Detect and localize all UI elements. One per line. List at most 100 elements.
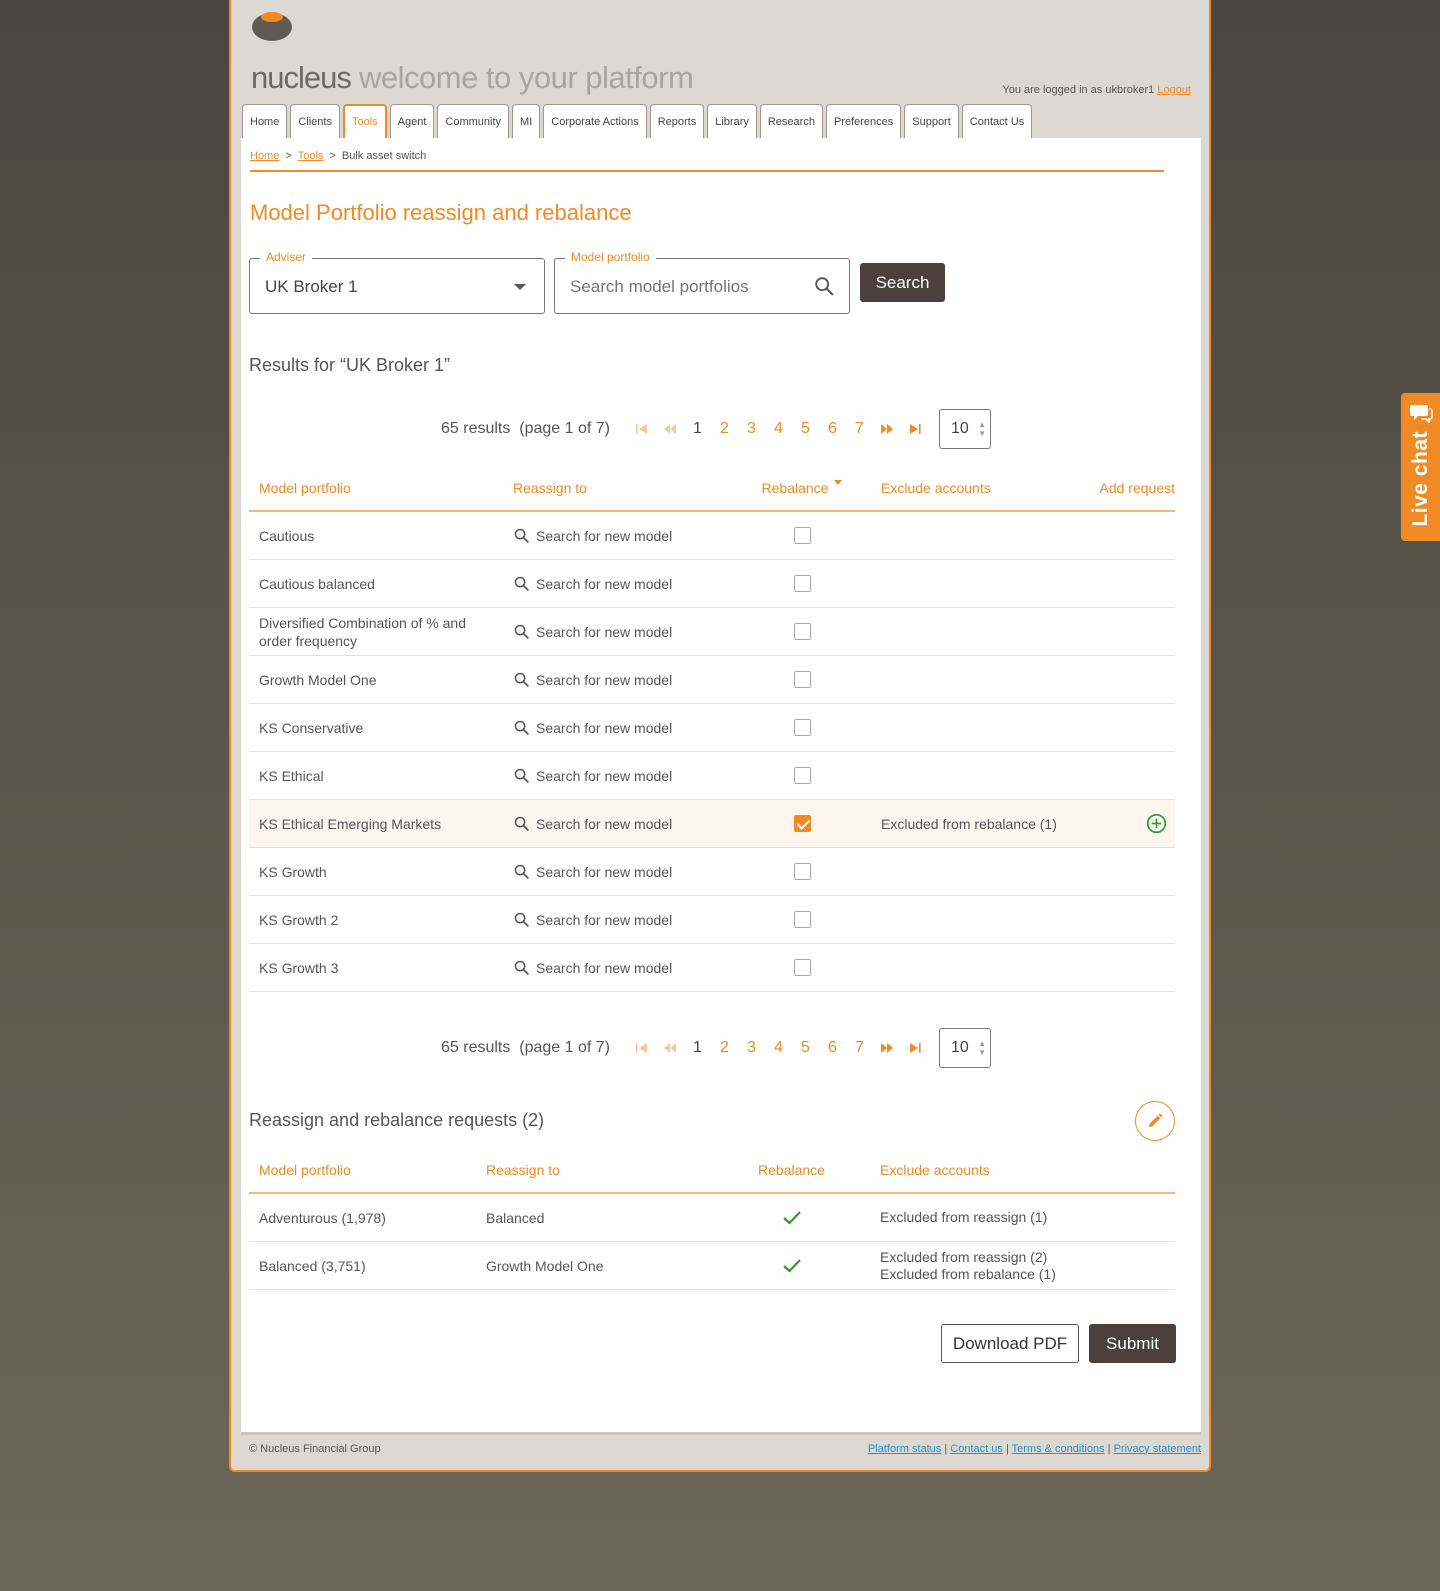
tab-tools[interactable]: Tools xyxy=(342,104,387,138)
sort-down-icon xyxy=(834,480,843,485)
search-icon xyxy=(514,960,529,975)
logout-link[interactable]: Logout xyxy=(1157,84,1191,96)
page-number[interactable]: 6 xyxy=(819,420,846,438)
next-page-icon[interactable] xyxy=(873,1042,901,1054)
search-new-model-link[interactable]: Search for new model xyxy=(513,671,672,688)
submit-button[interactable]: Submit xyxy=(1089,1324,1176,1363)
plus-circle-icon[interactable] xyxy=(1146,813,1167,834)
page-number[interactable]: 5 xyxy=(792,420,819,438)
model-portfolio-name: KS Conservative xyxy=(259,719,364,736)
page-number[interactable]: 3 xyxy=(738,1039,765,1057)
tab-support[interactable]: Support xyxy=(904,104,959,138)
pencil-icon xyxy=(1148,1113,1163,1128)
page-number[interactable]: 6 xyxy=(819,1039,846,1057)
col-rebalance[interactable]: Rebalance xyxy=(733,480,871,496)
rebalance-checkbox[interactable] xyxy=(793,671,811,688)
tab-library[interactable]: Library xyxy=(707,104,757,138)
page-number[interactable]: 2 xyxy=(711,420,738,438)
search-icon[interactable] xyxy=(813,275,835,297)
tab-preferences[interactable]: Preferences xyxy=(825,104,902,138)
live-chat-tab[interactable]: Live chat xyxy=(1401,393,1440,541)
page-number[interactable]: 5 xyxy=(792,1039,819,1057)
search-new-model-link[interactable]: Search for new model xyxy=(513,767,672,784)
table-row: KS Growth Search for new model xyxy=(249,848,1175,896)
model-portfolio-search: Model portfolio xyxy=(554,250,850,314)
tab-contact-us[interactable]: Contact Us xyxy=(961,104,1033,138)
requests-table: Model portfolio Reassign to Rebalance Ex… xyxy=(249,1148,1175,1290)
footer-link-platform-status[interactable]: Platform status xyxy=(868,1443,941,1455)
search-new-model-link[interactable]: Search for new model xyxy=(513,815,672,832)
results-count: 65 results (page 1 of 7) xyxy=(441,1039,610,1057)
col-add-request: Add request xyxy=(1099,480,1176,496)
per-page-stepper[interactable]: 10 ▲ ▼ xyxy=(939,1028,991,1068)
model-portfolio-name: KS Growth xyxy=(259,863,327,880)
rebalance-checkbox[interactable] xyxy=(793,527,811,544)
rebalance-checkbox[interactable] xyxy=(793,719,811,736)
per-page-stepper[interactable]: 10 ▲ ▼ xyxy=(939,409,991,449)
page-frame: nucleus welcome to your platform You are… xyxy=(229,0,1211,1472)
page-number[interactable]: 7 xyxy=(846,420,873,438)
tab-reports[interactable]: Reports xyxy=(649,104,705,138)
main-content: Home > Tools > Bulk asset switch Model Portf… xyxy=(241,138,1201,1432)
search-new-model-link[interactable]: Search for new model xyxy=(513,863,672,880)
next-page-icon[interactable] xyxy=(873,423,901,435)
pagination-top: 65 results (page 1 of 7) 1 2 3 4 5 6 7 1… xyxy=(441,409,991,449)
tab-community[interactable]: Community xyxy=(437,104,510,138)
breadcrumb: Home > Tools > Bulk asset switch xyxy=(250,150,426,162)
last-page-icon[interactable] xyxy=(901,423,929,435)
rebalance-checkbox[interactable] xyxy=(793,575,811,592)
col-rebalance: Rebalance xyxy=(758,1162,825,1178)
footer-links: Platform status | Contact us | Terms & c… xyxy=(868,1443,1201,1455)
model-portfolio-name: Balanced (3,751) xyxy=(259,1257,366,1274)
search-new-model-link[interactable]: Search for new model xyxy=(513,575,672,592)
breadcrumb-home[interactable]: Home xyxy=(250,150,279,162)
previous-page-icon[interactable] xyxy=(656,423,684,435)
search-new-model-link[interactable]: Search for new model xyxy=(513,911,672,928)
table-row: KS Ethical Emerging Markets Search for ne… xyxy=(249,800,1175,848)
rebalance-checkbox[interactable] xyxy=(793,815,811,832)
footer-link-terms[interactable]: Terms & conditions xyxy=(1012,1443,1105,1455)
download-pdf-button[interactable]: Download PDF xyxy=(941,1324,1079,1363)
rebalance-checkbox[interactable] xyxy=(793,959,811,976)
tab-home[interactable]: Home xyxy=(242,104,288,138)
brand-header: nucleus welcome to your platform xyxy=(251,60,694,96)
check-icon xyxy=(782,1210,801,1225)
reassign-target: Growth Model One xyxy=(486,1257,604,1274)
breadcrumb-divider xyxy=(250,170,1164,172)
search-button[interactable]: Search xyxy=(860,263,945,302)
breadcrumb-tools[interactable]: Tools xyxy=(298,150,324,162)
page-number[interactable]: 1 xyxy=(684,1039,711,1057)
first-page-icon[interactable] xyxy=(628,423,656,435)
search-new-model-link[interactable]: Search for new model xyxy=(513,623,672,640)
tab-agent[interactable]: Agent xyxy=(389,104,435,138)
model-portfolio-name: KS Growth 2 xyxy=(259,911,339,928)
previous-page-icon[interactable] xyxy=(656,1042,684,1054)
tab-clients[interactable]: Clients xyxy=(290,104,340,138)
last-page-icon[interactable] xyxy=(901,1042,929,1054)
footer-link-privacy[interactable]: Privacy statement xyxy=(1114,1443,1201,1455)
footer-link-contact-us[interactable]: Contact us xyxy=(950,1443,1003,1455)
main-nav: Home Clients Tools Agent Community MI Co… xyxy=(242,104,1033,138)
model-portfolio-name: KS Ethical Emerging Markets xyxy=(259,815,442,832)
adviser-select[interactable]: Adviser UK Broker 1 xyxy=(249,250,545,314)
search-new-model-link[interactable]: Search for new model xyxy=(513,719,672,736)
rebalance-checkbox[interactable] xyxy=(793,863,811,880)
edit-requests-button[interactable] xyxy=(1135,1101,1175,1141)
first-page-icon[interactable] xyxy=(628,1042,656,1054)
model-portfolio-input[interactable] xyxy=(570,277,810,297)
page-number[interactable]: 4 xyxy=(765,420,792,438)
rebalance-checkbox[interactable] xyxy=(793,623,811,640)
page-number[interactable]: 7 xyxy=(846,1039,873,1057)
page-number[interactable]: 2 xyxy=(711,1039,738,1057)
tab-research[interactable]: Research xyxy=(759,104,823,138)
page-indicator: (page 1 of 7) xyxy=(519,1039,610,1056)
search-new-model-link[interactable]: Search for new model xyxy=(513,527,672,544)
page-number[interactable]: 1 xyxy=(684,420,711,438)
rebalance-checkbox[interactable] xyxy=(793,767,811,784)
page-number[interactable]: 4 xyxy=(765,1039,792,1057)
rebalance-checkbox[interactable] xyxy=(793,911,811,928)
tab-mi[interactable]: MI xyxy=(512,104,541,138)
page-number[interactable]: 3 xyxy=(738,420,765,438)
search-new-model-link[interactable]: Search for new model xyxy=(513,959,672,976)
tab-corporate-actions[interactable]: Corporate Actions xyxy=(543,104,647,138)
